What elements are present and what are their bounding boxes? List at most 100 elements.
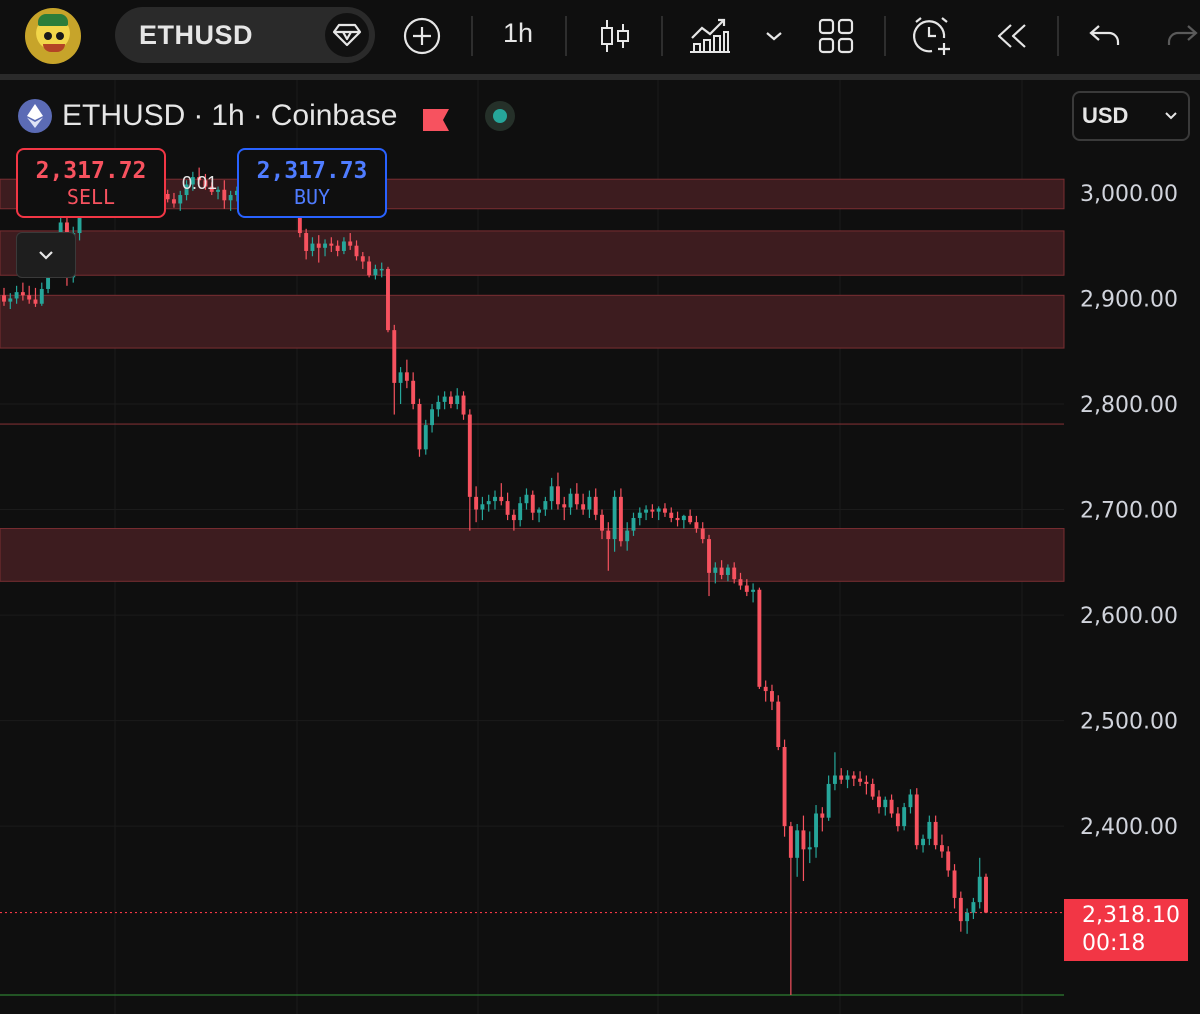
last-price-tag: 2,318.10 00:18 xyxy=(1064,899,1188,961)
candle-body xyxy=(895,813,900,827)
candle-body xyxy=(518,503,523,521)
collapse-legend-button[interactable] xyxy=(16,232,76,278)
candle-body xyxy=(165,193,170,200)
candle-body xyxy=(744,585,749,592)
candle-body xyxy=(474,496,479,510)
last-price-value: 2,318.10 xyxy=(1082,903,1180,928)
y-axis-tick-label: 2,600.00 xyxy=(1080,604,1178,629)
candle-body xyxy=(883,799,888,808)
flag-icon[interactable] xyxy=(423,105,450,131)
candle-body xyxy=(719,567,724,575)
candle-body xyxy=(493,496,497,502)
candle-body xyxy=(316,243,321,248)
candle-body xyxy=(511,514,516,521)
legend-interval: 1h xyxy=(211,99,245,132)
y-axis-tick-label: 2,900.00 xyxy=(1080,287,1178,312)
candle-body xyxy=(908,794,913,808)
candle-body xyxy=(914,794,919,846)
candle-body xyxy=(927,821,932,839)
candle-body xyxy=(751,589,756,592)
y-axis-tick-label: 2,400.00 xyxy=(1080,815,1178,840)
candle-body xyxy=(417,403,422,450)
market-status-icon[interactable] xyxy=(485,101,516,131)
candle-body xyxy=(8,298,13,302)
legend-exchange: Coinbase xyxy=(270,99,398,132)
candle-body xyxy=(486,501,491,505)
candle-body xyxy=(379,268,384,271)
chevron-down-icon xyxy=(39,251,53,260)
candle-body xyxy=(392,330,397,383)
candle-body xyxy=(971,902,976,913)
candle-body xyxy=(732,567,737,580)
candle-body xyxy=(725,567,730,575)
candle-body xyxy=(788,826,793,858)
candle-body xyxy=(675,517,680,521)
gem-icon[interactable] xyxy=(325,13,369,57)
candle-body xyxy=(984,876,988,913)
buy-price: 2,317.73 xyxy=(256,158,368,184)
toolbar-divider xyxy=(565,16,567,56)
candle-body xyxy=(795,830,800,858)
candle-body xyxy=(442,396,447,402)
redo-icon[interactable] xyxy=(1160,14,1200,58)
legend-symbol[interactable]: ETHUSD xyxy=(62,99,185,133)
symbol-search-button[interactable]: ETHUSD xyxy=(115,7,375,63)
candle-body xyxy=(977,876,982,903)
buy-label: BUY xyxy=(293,185,331,209)
candle-body xyxy=(688,515,693,523)
legend-separator: · xyxy=(252,99,263,132)
candle-body xyxy=(757,589,762,687)
buy-button[interactable]: 2,317.73 BUY xyxy=(237,148,387,218)
candle-body xyxy=(543,501,548,510)
candle-body xyxy=(776,701,781,747)
avatar[interactable] xyxy=(25,8,81,64)
candle-body xyxy=(335,245,340,251)
candle-body xyxy=(467,414,472,497)
undo-icon[interactable] xyxy=(1083,14,1127,58)
spread-value: 0.01 xyxy=(182,173,218,193)
candle-body xyxy=(807,847,812,850)
candle-body xyxy=(27,295,32,300)
chart-legend: ETHUSD · 1h · Coinbase xyxy=(18,96,516,136)
candle-body xyxy=(782,746,787,827)
candle-body xyxy=(323,243,327,248)
candle-body xyxy=(669,512,674,518)
candle-body xyxy=(172,199,176,204)
top-toolbar: ETHUSD 1h xyxy=(0,0,1200,74)
currency-select[interactable]: USD xyxy=(1072,91,1190,141)
candle-body xyxy=(681,515,686,521)
candle-body xyxy=(348,241,353,246)
resistance-zone xyxy=(0,528,1065,582)
indicators-icon[interactable] xyxy=(688,14,732,58)
price-chart[interactable]: 3,000.00 2,900.00 2,800.00 2,700.00 2,600.00… xyxy=(0,80,1200,1014)
sell-button[interactable]: 2,317.72 SELL xyxy=(16,148,166,218)
chevron-down-icon[interactable] xyxy=(752,14,796,58)
candle-body xyxy=(354,245,359,257)
toolbar-divider xyxy=(471,16,473,56)
candle-body xyxy=(606,530,611,540)
candle-body xyxy=(568,493,573,508)
interval-button[interactable]: 1h xyxy=(503,18,533,49)
candle-body xyxy=(593,496,598,515)
candle-body xyxy=(562,504,567,508)
candle-body xyxy=(436,401,441,410)
candle-body xyxy=(958,897,963,922)
candle-body xyxy=(455,395,460,404)
candle-body xyxy=(360,256,365,262)
sell-label: SELL xyxy=(66,185,116,209)
candle-body xyxy=(650,509,655,512)
candle-body xyxy=(480,504,485,510)
candle-body xyxy=(839,775,844,780)
candles-icon[interactable] xyxy=(593,14,637,58)
replay-icon[interactable] xyxy=(990,14,1034,58)
candle-body xyxy=(228,195,233,201)
alert-clock-icon[interactable] xyxy=(910,14,954,58)
candle-body xyxy=(587,496,592,510)
layout-grid-icon[interactable] xyxy=(814,14,858,58)
candle-body xyxy=(448,396,453,404)
candle-body xyxy=(367,261,372,276)
resistance-zone xyxy=(0,294,1065,349)
candle-body xyxy=(341,241,346,251)
candle-body xyxy=(763,686,768,692)
add-symbol-icon[interactable] xyxy=(400,14,444,58)
